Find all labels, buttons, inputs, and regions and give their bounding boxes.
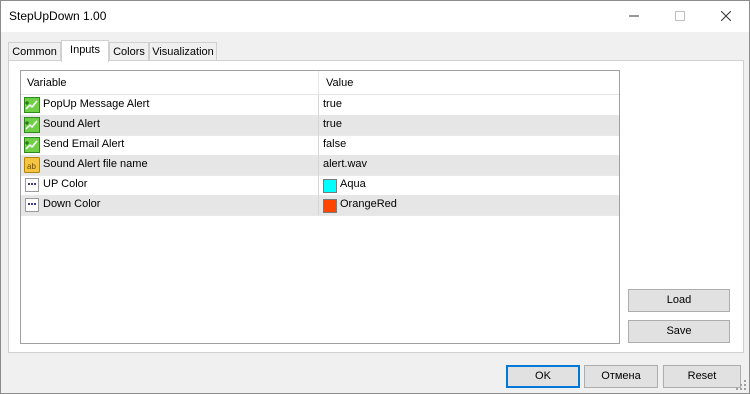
- title-bar: StepUpDown 1.00: [1, 1, 749, 32]
- variable-name: Sound Alert: [43, 118, 100, 130]
- window-title: StepUpDown 1.00: [9, 9, 107, 23]
- string-icon: ab: [24, 157, 40, 173]
- column-divider: [318, 155, 319, 175]
- table-row[interactable]: UP Color Aqua: [21, 175, 619, 196]
- cancel-button[interactable]: Отмена: [584, 365, 658, 388]
- variable-value[interactable]: true: [323, 118, 342, 130]
- table-row[interactable]: Send Email Alert false: [21, 135, 619, 156]
- variable-value[interactable]: alert.wav: [323, 158, 367, 170]
- minimize-icon: [629, 15, 639, 17]
- column-divider: [318, 175, 319, 195]
- column-divider: [318, 195, 319, 215]
- table-row[interactable]: ab Sound Alert file name alert.wav: [21, 155, 619, 176]
- table-row[interactable]: Sound Alert true: [21, 115, 619, 136]
- minimize-button[interactable]: [611, 1, 657, 31]
- color-icon: [25, 198, 39, 212]
- variable-value[interactable]: false: [323, 138, 346, 150]
- ok-button[interactable]: OK: [506, 365, 580, 388]
- maximize-button[interactable]: [657, 1, 703, 31]
- variable-name: Down Color: [43, 198, 101, 210]
- table-row[interactable]: Down Color OrangeRed: [21, 195, 619, 216]
- load-button[interactable]: Load: [628, 289, 730, 312]
- variable-name: Sound Alert file name: [43, 158, 148, 170]
- save-button[interactable]: Save: [628, 320, 730, 343]
- color-swatch: [323, 179, 337, 193]
- column-divider: [318, 135, 319, 155]
- tab-inputs[interactable]: Inputs: [61, 40, 109, 62]
- variable-name: PopUp Message Alert: [43, 98, 150, 110]
- bool-icon: [24, 97, 40, 113]
- close-button[interactable]: [703, 1, 749, 31]
- column-divider: [318, 115, 319, 135]
- parameters-grid: Variable Value PopUp Message Alert true …: [20, 70, 620, 344]
- color-icon: [25, 178, 39, 192]
- resize-grip-icon[interactable]: [735, 379, 747, 391]
- close-icon: [721, 11, 731, 21]
- column-divider[interactable]: [318, 71, 319, 94]
- reset-button[interactable]: Reset: [663, 365, 741, 388]
- color-swatch: [323, 199, 337, 213]
- grid-header: Variable Value: [21, 71, 619, 95]
- column-header-value[interactable]: Value: [326, 77, 353, 89]
- variable-name: UP Color: [43, 178, 88, 190]
- table-row[interactable]: PopUp Message Alert true: [21, 95, 619, 116]
- variable-value[interactable]: OrangeRed: [340, 198, 397, 210]
- tab-common[interactable]: Common: [8, 42, 61, 61]
- bool-icon: [24, 117, 40, 133]
- dialog-window: StepUpDown 1.00 Common Inputs Colors Vis…: [0, 0, 750, 394]
- column-header-variable[interactable]: Variable: [27, 77, 67, 89]
- variable-value[interactable]: true: [323, 98, 342, 110]
- maximize-icon: [675, 11, 685, 21]
- tab-colors[interactable]: Colors: [109, 42, 149, 61]
- variable-name: Send Email Alert: [43, 138, 125, 150]
- column-divider: [318, 95, 319, 115]
- svg-text:ab: ab: [27, 162, 36, 171]
- tab-visualization[interactable]: Visualization: [149, 42, 217, 61]
- variable-value[interactable]: Aqua: [340, 178, 366, 190]
- bool-icon: [24, 137, 40, 153]
